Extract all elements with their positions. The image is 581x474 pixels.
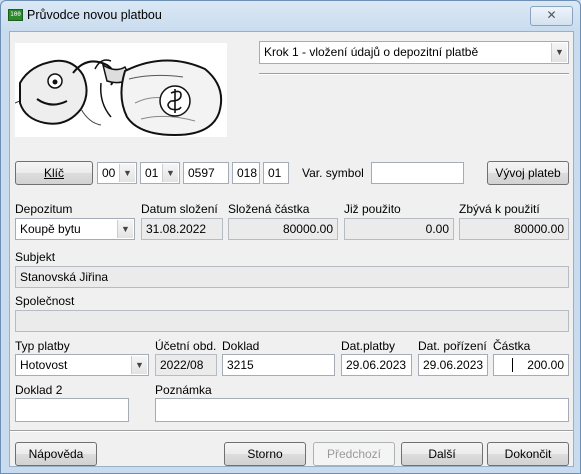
subject-label: Subjekt xyxy=(15,250,56,264)
deposited-amount-label: Složená částka xyxy=(228,202,310,216)
acquisition-date-label: Dat. pořízení xyxy=(418,339,487,353)
chevron-down-icon[interactable]: ▼ xyxy=(117,220,133,238)
var-symbol-label: Var. symbol xyxy=(302,166,364,180)
cancel-button[interactable]: Storno xyxy=(224,442,306,466)
document2-field[interactable] xyxy=(15,398,129,422)
key-part1-value: 00 xyxy=(102,166,116,180)
next-button[interactable]: Další xyxy=(401,442,483,466)
payment-date-field[interactable]: 29.06.2023 xyxy=(341,354,412,376)
app-icon: 100 xyxy=(8,9,23,21)
document-field[interactable]: 3215 xyxy=(222,354,335,376)
title-bar: 100 Průvodce novou platbou ✕ xyxy=(1,1,580,31)
payment-type-value: Hotovost xyxy=(20,358,68,372)
key-button-label: Klíč xyxy=(43,166,64,180)
used-amount-label: Již použito xyxy=(344,202,401,216)
wizard-content: Krok 1 - vložení údajů o depozitní platb… xyxy=(9,31,574,467)
depozitum-label: Depozitum xyxy=(15,202,73,216)
chevron-down-icon[interactable]: ▼ xyxy=(162,164,178,182)
step-select[interactable]: Krok 1 - vložení údajů o depozitní platb… xyxy=(259,41,569,64)
finish-button[interactable]: Dokončit xyxy=(487,442,569,466)
company-field xyxy=(15,310,569,332)
help-button-label: Nápověda xyxy=(28,447,84,461)
header-divider xyxy=(259,73,569,75)
acquisition-date-field[interactable]: 29.06.2023 xyxy=(418,354,488,376)
payment-type-label: Typ platby xyxy=(15,339,70,353)
wizard-window: 100 Průvodce novou platbou ✕ Krok 1 - vl xyxy=(0,0,581,474)
deposited-amount-field: 80000.00 xyxy=(228,218,338,240)
remaining-amount-field: 80000.00 xyxy=(459,218,569,240)
window-title: Průvodce novou platbou xyxy=(27,8,162,22)
key-part1-select[interactable]: 00 ▼ xyxy=(97,162,137,184)
accounting-period-label: Účetní obd. xyxy=(155,339,217,353)
chevron-down-icon[interactable]: ▼ xyxy=(131,356,147,374)
text-cursor xyxy=(512,358,513,372)
money-bag-illustration xyxy=(15,43,227,137)
chevron-down-icon[interactable]: ▼ xyxy=(119,164,135,182)
document-label: Doklad xyxy=(222,339,260,353)
footer-divider xyxy=(10,430,573,432)
depozitum-select[interactable]: Koupě bytu ▼ xyxy=(15,218,135,240)
key-part3-field[interactable]: 0597 xyxy=(183,162,229,184)
payment-date-label: Dat.platby xyxy=(341,339,396,353)
previous-button[interactable]: Předchozí xyxy=(313,442,395,466)
var-symbol-field[interactable] xyxy=(371,162,464,184)
amount-label: Částka xyxy=(493,339,531,353)
note-label: Poznámka xyxy=(155,383,212,397)
chevron-down-icon[interactable]: ▼ xyxy=(551,43,567,62)
date-deposited-label: Datum složení xyxy=(141,202,218,216)
amount-field[interactable]: 200.00 xyxy=(493,354,569,376)
payment-type-select[interactable]: Hotovost ▼ xyxy=(15,354,149,376)
accounting-period-field: 2022/08 xyxy=(155,354,217,376)
subject-field: Stanovská Jiřina xyxy=(15,266,569,288)
key-button[interactable]: Klíč xyxy=(15,161,93,185)
depozitum-value: Koupě bytu xyxy=(20,222,81,236)
document2-label: Doklad 2 xyxy=(15,383,63,397)
key-part2-value: 01 xyxy=(145,166,159,180)
close-button[interactable]: ✕ xyxy=(530,6,573,26)
date-deposited-field: 31.08.2022 xyxy=(141,218,223,240)
note-field[interactable] xyxy=(155,398,569,422)
company-label: Společnost xyxy=(15,294,75,308)
payment-history-button[interactable]: Vývoj plateb xyxy=(487,161,569,185)
key-part4-field[interactable]: 018 xyxy=(232,162,260,184)
key-part5-field[interactable]: 01 xyxy=(263,162,289,184)
key-part2-select[interactable]: 01 ▼ xyxy=(140,162,180,184)
used-amount-field: 0.00 xyxy=(344,218,454,240)
step-select-value: Krok 1 - vložení údajů o depozitní platb… xyxy=(264,45,479,59)
help-button[interactable]: Nápověda xyxy=(15,442,97,466)
remaining-amount-label: Zbývá k použití xyxy=(459,202,540,216)
